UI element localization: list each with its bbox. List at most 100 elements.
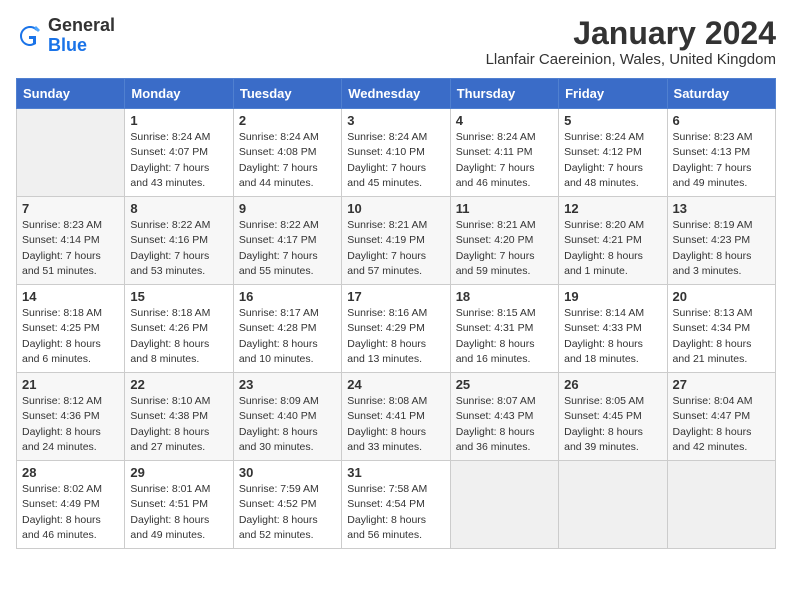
day-info: Sunrise: 8:20 AMSunset: 4:21 PMDaylight:… (564, 218, 661, 279)
logo: General Blue (16, 16, 115, 56)
header-cell-thursday: Thursday (450, 79, 558, 109)
day-info: Sunrise: 8:19 AMSunset: 4:23 PMDaylight:… (673, 218, 770, 279)
day-cell: 13 Sunrise: 8:19 AMSunset: 4:23 PMDayligh… (667, 197, 775, 285)
day-cell (17, 109, 125, 197)
day-cell: 9Sunrise: 8:22 AMSunset: 4:17 PMDaylight… (233, 197, 341, 285)
day-info: Sunrise: 8:04 AMSunset: 4:47 PMDaylight:… (673, 394, 770, 455)
day-number: 30 (239, 465, 336, 480)
day-info: Sunrise: 8:12 AMSunset: 4:36 PMDaylight:… (22, 394, 119, 455)
day-info: Sunrise: 8:24 AMSunset: 4:10 PMDaylight:… (347, 130, 444, 191)
calendar-subtitle: Llanfair Caereinion, Wales, United Kingd… (486, 51, 776, 68)
day-cell: 21 Sunrise: 8:12 AMSunset: 4:36 PMDayligh… (17, 373, 125, 461)
day-info: Sunrise: 8:23 AMSunset: 4:14 PMDaylight:… (22, 218, 119, 279)
week-row-2: 7 Sunrise: 8:23 AMSunset: 4:14 PMDaylight… (17, 197, 776, 285)
day-cell: 6Sunrise: 8:23 AMSunset: 4:13 PMDaylight… (667, 109, 775, 197)
day-number: 5 (564, 113, 661, 128)
day-number: 26 (564, 377, 661, 392)
day-info: Sunrise: 8:21 AMSunset: 4:20 PMDaylight:… (456, 218, 553, 279)
day-number: 28 (22, 465, 119, 480)
day-info: Sunrise: 8:08 AMSunset: 4:41 PMDaylight:… (347, 394, 444, 455)
day-info: Sunrise: 8:13 AMSunset: 4:34 PMDaylight:… (673, 306, 770, 367)
day-cell: 18Sunrise: 8:15 AMSunset: 4:31 PMDayligh… (450, 285, 558, 373)
day-number: 22 (130, 377, 227, 392)
day-number: 17 (347, 289, 444, 304)
day-info: Sunrise: 8:01 AMSunset: 4:51 PMDaylight:… (130, 482, 227, 543)
day-number: 7 (22, 201, 119, 216)
day-number: 24 (347, 377, 444, 392)
day-cell: 8 Sunrise: 8:22 AMSunset: 4:16 PMDaylight… (125, 197, 233, 285)
day-info: Sunrise: 8:22 AMSunset: 4:16 PMDaylight:… (130, 218, 227, 279)
day-cell (667, 461, 775, 549)
header-cell-saturday: Saturday (667, 79, 775, 109)
day-number: 11 (456, 201, 553, 216)
day-number: 8 (130, 201, 227, 216)
header-row: SundayMondayTuesdayWednesdayThursdayFrid… (17, 79, 776, 109)
day-number: 15 (130, 289, 227, 304)
calendar-header: SundayMondayTuesdayWednesdayThursdayFrid… (17, 79, 776, 109)
header-cell-wednesday: Wednesday (342, 79, 450, 109)
day-cell: 11 Sunrise: 8:21 AMSunset: 4:20 PMDayligh… (450, 197, 558, 285)
week-row-3: 14 Sunrise: 8:18 AMSunset: 4:25 PMDayligh… (17, 285, 776, 373)
day-number: 12 (564, 201, 661, 216)
day-info: Sunrise: 8:09 AMSunset: 4:40 PMDaylight:… (239, 394, 336, 455)
day-number: 14 (22, 289, 119, 304)
day-number: 3 (347, 113, 444, 128)
day-cell: 5 Sunrise: 8:24 AMSunset: 4:12 PMDaylight… (559, 109, 667, 197)
day-number: 23 (239, 377, 336, 392)
day-cell: 15 Sunrise: 8:18 AMSunset: 4:26 PMDayligh… (125, 285, 233, 373)
day-info: Sunrise: 7:59 AMSunset: 4:52 PMDaylight:… (239, 482, 336, 543)
day-info: Sunrise: 8:05 AMSunset: 4:45 PMDaylight:… (564, 394, 661, 455)
day-info: Sunrise: 8:21 AMSunset: 4:19 PMDaylight:… (347, 218, 444, 279)
day-number: 20 (673, 289, 770, 304)
day-cell: 20 Sunrise: 8:13 AMSunset: 4:34 PMDayligh… (667, 285, 775, 373)
day-info: Sunrise: 8:02 AMSunset: 4:49 PMDaylight:… (22, 482, 119, 543)
day-number: 19 (564, 289, 661, 304)
title-block: January 2024 Llanfair Caereinion, Wales,… (486, 16, 776, 68)
page-header: General Blue January 2024 Llanfair Caere… (16, 16, 776, 68)
day-cell: 27 Sunrise: 8:04 AMSunset: 4:47 PMDayligh… (667, 373, 775, 461)
day-info: Sunrise: 8:07 AMSunset: 4:43 PMDaylight:… (456, 394, 553, 455)
day-cell: 22 Sunrise: 8:10 AMSunset: 4:38 PMDayligh… (125, 373, 233, 461)
week-row-1: 1 Sunrise: 8:24 AMSunset: 4:07 PMDaylight… (17, 109, 776, 197)
day-number: 25 (456, 377, 553, 392)
day-info: Sunrise: 8:18 AMSunset: 4:26 PMDaylight:… (130, 306, 227, 367)
day-cell: 30 Sunrise: 7:59 AMSunset: 4:52 PMDayligh… (233, 461, 341, 549)
day-number: 2 (239, 113, 336, 128)
day-info: Sunrise: 8:24 AMSunset: 4:08 PMDaylight:… (239, 130, 336, 191)
day-cell: 14 Sunrise: 8:18 AMSunset: 4:25 PMDayligh… (17, 285, 125, 373)
logo-icon (16, 22, 44, 50)
day-number: 13 (673, 201, 770, 216)
day-cell: 24 Sunrise: 8:08 AMSunset: 4:41 PMDayligh… (342, 373, 450, 461)
calendar-title: January 2024 (486, 16, 776, 51)
day-number: 1 (130, 113, 227, 128)
calendar-table: SundayMondayTuesdayWednesdayThursdayFrid… (16, 78, 776, 549)
day-cell: 23 Sunrise: 8:09 AMSunset: 4:40 PMDayligh… (233, 373, 341, 461)
day-cell: 19Sunrise: 8:14 AMSunset: 4:33 PMDayligh… (559, 285, 667, 373)
day-number: 27 (673, 377, 770, 392)
day-cell: 12 Sunrise: 8:20 AMSunset: 4:21 PMDayligh… (559, 197, 667, 285)
day-number: 10 (347, 201, 444, 216)
day-cell (450, 461, 558, 549)
day-cell: 17 Sunrise: 8:16 AMSunset: 4:29 PMDayligh… (342, 285, 450, 373)
day-cell: 7 Sunrise: 8:23 AMSunset: 4:14 PMDaylight… (17, 197, 125, 285)
week-row-4: 21 Sunrise: 8:12 AMSunset: 4:36 PMDayligh… (17, 373, 776, 461)
day-cell: 29Sunrise: 8:01 AMSunset: 4:51 PMDayligh… (125, 461, 233, 549)
day-cell: 3 Sunrise: 8:24 AMSunset: 4:10 PMDaylight… (342, 109, 450, 197)
day-info: Sunrise: 8:17 AMSunset: 4:28 PMDaylight:… (239, 306, 336, 367)
day-cell: 4Sunrise: 8:24 AMSunset: 4:11 PMDaylight… (450, 109, 558, 197)
day-info: Sunrise: 7:58 AMSunset: 4:54 PMDaylight:… (347, 482, 444, 543)
day-info: Sunrise: 8:24 AMSunset: 4:12 PMDaylight:… (564, 130, 661, 191)
day-info: Sunrise: 8:24 AMSunset: 4:11 PMDaylight:… (456, 130, 553, 191)
day-number: 21 (22, 377, 119, 392)
day-cell: 26 Sunrise: 8:05 AMSunset: 4:45 PMDayligh… (559, 373, 667, 461)
day-info: Sunrise: 8:10 AMSunset: 4:38 PMDaylight:… (130, 394, 227, 455)
day-info: Sunrise: 8:16 AMSunset: 4:29 PMDaylight:… (347, 306, 444, 367)
day-info: Sunrise: 8:23 AMSunset: 4:13 PMDaylight:… (673, 130, 770, 191)
day-info: Sunrise: 8:24 AMSunset: 4:07 PMDaylight:… (130, 130, 227, 191)
day-number: 31 (347, 465, 444, 480)
day-cell: 10 Sunrise: 8:21 AMSunset: 4:19 PMDayligh… (342, 197, 450, 285)
day-cell: 25 Sunrise: 8:07 AMSunset: 4:43 PMDayligh… (450, 373, 558, 461)
calendar-body: 1 Sunrise: 8:24 AMSunset: 4:07 PMDaylight… (17, 109, 776, 549)
logo-general: General (48, 15, 115, 35)
day-info: Sunrise: 8:18 AMSunset: 4:25 PMDaylight:… (22, 306, 119, 367)
